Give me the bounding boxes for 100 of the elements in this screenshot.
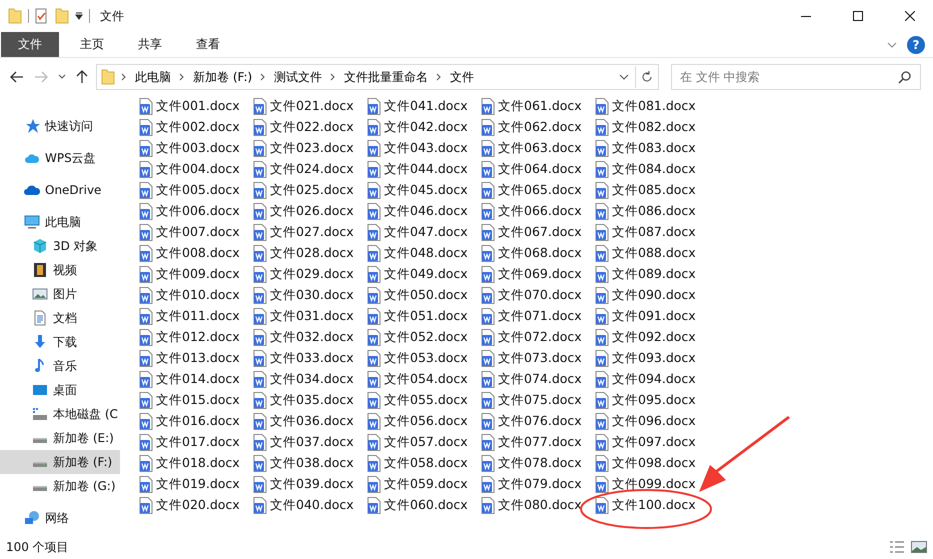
chevron-down-icon[interactable] — [58, 74, 66, 80]
file-item[interactable]: 文件071.docx — [481, 306, 595, 327]
file-item[interactable]: 文件042.docx — [367, 117, 481, 138]
file-item[interactable]: 文件052.docx — [367, 327, 481, 348]
chevron-down-icon[interactable] — [619, 74, 629, 80]
file-item[interactable]: 文件095.docx — [595, 390, 709, 411]
file-item[interactable]: 文件086.docx — [595, 201, 709, 222]
chevron-down-icon[interactable] — [887, 42, 897, 48]
file-item[interactable]: 文件003.docx — [139, 138, 253, 159]
file-item[interactable]: 文件082.docx — [595, 117, 709, 138]
file-item[interactable]: 文件045.docx — [367, 180, 481, 201]
file-item[interactable]: 文件087.docx — [595, 222, 709, 243]
sidebar-item[interactable]: 图片 — [0, 282, 120, 306]
file-item[interactable]: 文件015.docx — [139, 390, 253, 411]
file-item[interactable]: 文件097.docx — [595, 432, 709, 453]
file-item[interactable]: 文件062.docx — [481, 117, 595, 138]
sidebar-item[interactable]: 3D 对象 — [0, 234, 120, 258]
file-item[interactable]: 文件053.docx — [367, 348, 481, 369]
help-button[interactable]: ? — [907, 36, 925, 54]
file-item[interactable]: 文件091.docx — [595, 306, 709, 327]
file-item[interactable]: 文件014.docx — [139, 369, 253, 390]
file-item[interactable]: 文件059.docx — [367, 474, 481, 495]
file-item[interactable]: 文件040.docx — [253, 495, 367, 516]
file-item[interactable]: 文件098.docx — [595, 453, 709, 474]
sidebar-item[interactable]: OneDrive — [0, 178, 120, 202]
address-bar[interactable]: 此电脑 新加卷 (F:) 测试文件 文件批量重命名 文件 — [96, 64, 659, 90]
up-button[interactable] — [74, 68, 90, 86]
file-item[interactable]: 文件018.docx — [139, 453, 253, 474]
file-menu-tab[interactable]: 文件 — [1, 32, 59, 57]
file-item[interactable]: 文件020.docx — [139, 495, 253, 516]
file-item[interactable]: 文件054.docx — [367, 369, 481, 390]
file-item[interactable]: 文件001.docx — [139, 96, 253, 117]
file-item[interactable]: 文件060.docx — [367, 495, 481, 516]
ribbon-tab[interactable]: 主页 — [67, 32, 117, 57]
file-item[interactable]: 文件080.docx — [481, 495, 595, 516]
file-item[interactable]: 文件011.docx — [139, 306, 253, 327]
file-item[interactable]: 文件007.docx — [139, 222, 253, 243]
file-item[interactable]: 文件057.docx — [367, 432, 481, 453]
sidebar-item[interactable]: 下载 — [0, 330, 120, 354]
sidebar-item[interactable]: 新加卷 (E:) — [0, 426, 120, 450]
file-item[interactable]: 文件050.docx — [367, 285, 481, 306]
file-item[interactable]: 文件028.docx — [253, 243, 367, 264]
sidebar-item[interactable]: 快速访问 — [0, 114, 120, 138]
breadcrumb[interactable]: 新加卷 (F:) — [191, 68, 254, 86]
sidebar-item[interactable]: 视频 — [0, 258, 120, 282]
properties-icon[interactable] — [35, 8, 49, 24]
file-item[interactable]: 文件002.docx — [139, 117, 253, 138]
file-item[interactable]: 文件026.docx — [253, 201, 367, 222]
file-item[interactable]: 文件012.docx — [139, 327, 253, 348]
file-item[interactable]: 文件016.docx — [139, 411, 253, 432]
file-item[interactable]: 文件023.docx — [253, 138, 367, 159]
file-item[interactable]: 文件096.docx — [595, 411, 709, 432]
file-item[interactable]: 文件085.docx — [595, 180, 709, 201]
file-item[interactable]: 文件025.docx — [253, 180, 367, 201]
file-item[interactable]: 文件017.docx — [139, 432, 253, 453]
sidebar-item[interactable]: 新加卷 (F:) — [0, 450, 120, 474]
file-item[interactable]: 文件061.docx — [481, 96, 595, 117]
file-item[interactable]: 文件065.docx — [481, 180, 595, 201]
file-item[interactable]: 文件099.docx — [595, 474, 709, 495]
file-item[interactable]: 文件067.docx — [481, 222, 595, 243]
sidebar-item[interactable]: 文档 — [0, 306, 120, 330]
sidebar-item[interactable]: 桌面 — [0, 378, 120, 402]
file-item[interactable]: 文件035.docx — [253, 390, 367, 411]
file-item[interactable]: 文件074.docx — [481, 369, 595, 390]
file-item[interactable]: 文件092.docx — [595, 327, 709, 348]
file-item[interactable]: 文件008.docx — [139, 243, 253, 264]
thumbnail-view-icon[interactable] — [911, 540, 927, 554]
file-item[interactable]: 文件077.docx — [481, 432, 595, 453]
back-button[interactable] — [8, 69, 26, 85]
sidebar-item[interactable]: WPS云盘 — [0, 146, 120, 170]
file-item[interactable]: 文件034.docx — [253, 369, 367, 390]
file-item[interactable]: 文件093.docx — [595, 348, 709, 369]
file-item[interactable]: 文件009.docx — [139, 264, 253, 285]
file-item[interactable]: 文件073.docx — [481, 348, 595, 369]
file-item[interactable]: 文件083.docx — [595, 138, 709, 159]
file-item[interactable]: 文件072.docx — [481, 327, 595, 348]
breadcrumb[interactable]: 此电脑 — [133, 68, 173, 86]
file-item[interactable]: 文件004.docx — [139, 159, 253, 180]
file-item[interactable]: 文件036.docx — [253, 411, 367, 432]
file-item[interactable]: 文件047.docx — [367, 222, 481, 243]
file-item[interactable]: 文件066.docx — [481, 201, 595, 222]
file-item[interactable]: 文件088.docx — [595, 243, 709, 264]
file-item[interactable]: 文件089.docx — [595, 264, 709, 285]
file-item[interactable]: 文件041.docx — [367, 96, 481, 117]
file-item[interactable]: 文件019.docx — [139, 474, 253, 495]
file-item[interactable]: 文件081.docx — [595, 96, 709, 117]
file-item[interactable]: 文件069.docx — [481, 264, 595, 285]
details-view-icon[interactable] — [889, 540, 905, 554]
file-item[interactable]: 文件044.docx — [367, 159, 481, 180]
file-item[interactable]: 文件005.docx — [139, 180, 253, 201]
file-item[interactable]: 文件055.docx — [367, 390, 481, 411]
file-item[interactable]: 文件010.docx — [139, 285, 253, 306]
file-item[interactable]: 文件051.docx — [367, 306, 481, 327]
file-item[interactable]: 文件064.docx — [481, 159, 595, 180]
sidebar-item[interactable]: 网络 — [0, 506, 120, 530]
caret-icon[interactable] — [75, 12, 83, 20]
file-item[interactable]: 文件022.docx — [253, 117, 367, 138]
file-item[interactable]: 文件078.docx — [481, 453, 595, 474]
file-item[interactable]: 文件070.docx — [481, 285, 595, 306]
breadcrumb[interactable]: 文件 — [448, 68, 476, 86]
